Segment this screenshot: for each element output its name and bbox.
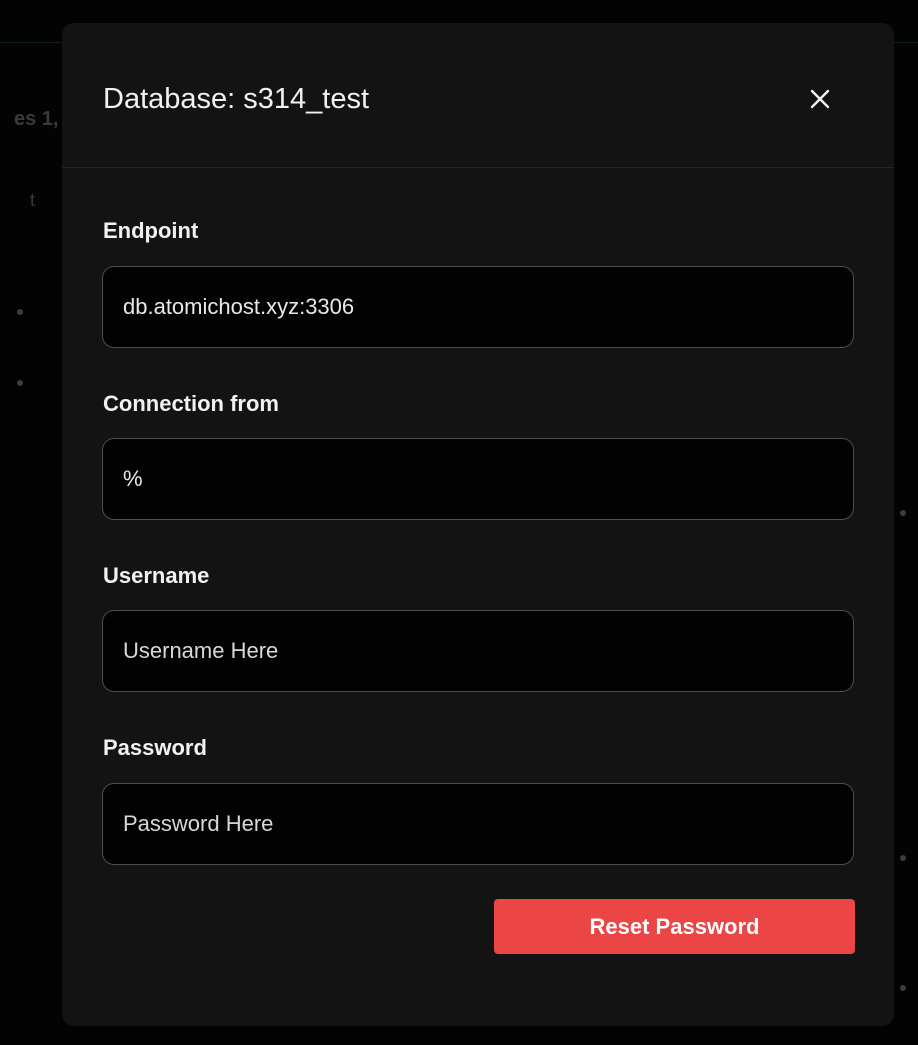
endpoint-field[interactable] [102,266,854,348]
endpoint-label: Endpoint [103,218,199,243]
modal-title: Database: s314_test [103,83,370,115]
username-field[interactable] [102,610,854,692]
close-button[interactable] [800,79,840,119]
username-label: Username [103,563,210,588]
background-dot [17,380,23,386]
background-dot [900,855,906,861]
background-dot [17,309,23,315]
reset-password-button[interactable]: Reset Password [494,899,855,954]
close-icon [810,89,830,109]
password-label: Password [103,735,207,760]
connection-from-field[interactable] [102,438,854,520]
connection-from-label: Connection from [103,391,279,416]
background-dot [900,510,906,516]
background-text-fragment: t [30,190,36,210]
background-dot [900,985,906,991]
modal-header: Database: s314_test [62,23,894,168]
background-heading-fragment: es 1, [14,108,59,130]
password-field[interactable] [102,783,854,865]
database-modal: Database: s314_test Endpoint Connection … [62,23,894,1026]
